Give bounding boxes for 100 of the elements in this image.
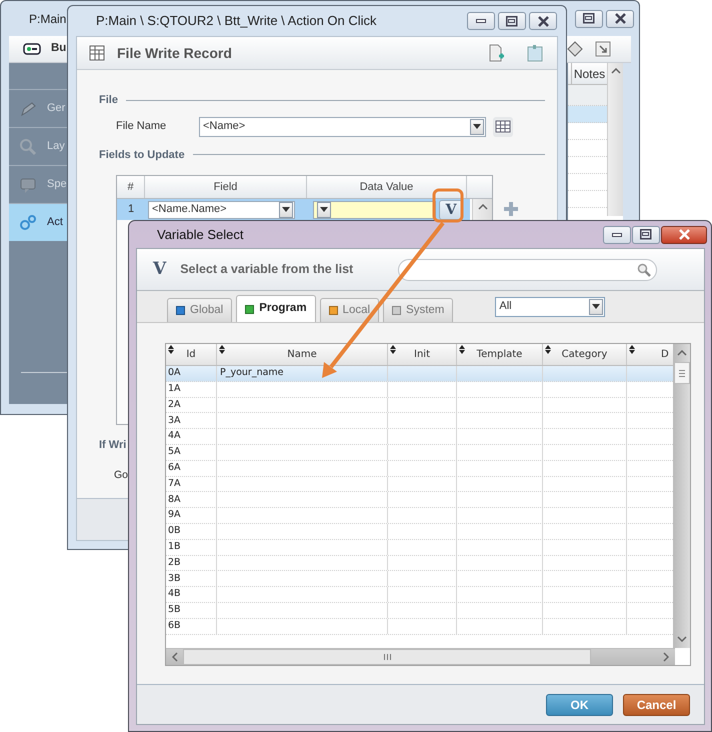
dropdown-button[interactable] [317, 202, 331, 218]
grid-cell: 0A [166, 366, 217, 381]
grid-cell: 1B [166, 540, 217, 555]
search-field[interactable] [398, 258, 657, 280]
caret-icon [282, 207, 290, 212]
note-icon[interactable] [527, 44, 543, 62]
table-row[interactable]: 1 <Name.Name> V [117, 199, 470, 220]
tab[interactable]: Global [167, 298, 232, 322]
grid-row[interactable]: 0A P_your_name [166, 366, 673, 382]
grip-icon [384, 654, 390, 660]
grip-icon [679, 370, 685, 376]
grid-cell: 5B [166, 602, 217, 618]
header-title: Select a variable from the list [180, 261, 354, 278]
toggle-icon [23, 43, 41, 55]
pencil-icon [19, 100, 37, 118]
column-header[interactable]: # [117, 176, 145, 198]
sort-icon [459, 345, 465, 354]
grid-cell: 4A [166, 429, 217, 444]
scroll-thumb[interactable] [183, 649, 591, 665]
sort-icon [629, 345, 635, 354]
caret-icon [320, 207, 328, 212]
maximize-icon [583, 13, 595, 24]
section-title: Fields to Update [99, 148, 185, 162]
grid-cell: 7A [166, 476, 217, 492]
tab[interactable]: System [383, 298, 454, 322]
maximize-icon [506, 16, 518, 26]
add-document-icon[interactable] [487, 44, 505, 62]
grid-icon[interactable] [493, 116, 513, 136]
grid-cell: 0B [166, 524, 217, 539]
field-label: Go [114, 468, 128, 482]
add-icon[interactable] [503, 201, 519, 217]
sort-icon [168, 345, 174, 354]
grid-cell: 2B [166, 556, 217, 570]
dropdown-button[interactable] [279, 202, 293, 218]
grid-cell: 1A [166, 382, 217, 397]
column-header[interactable]: D [627, 344, 673, 365]
column-header[interactable]: Field [145, 176, 307, 198]
maximize-button[interactable] [575, 10, 603, 28]
dropdown-button[interactable] [589, 298, 604, 314]
horizontal-scrollbar[interactable] [166, 648, 675, 665]
section-title: File [99, 93, 118, 108]
diamond-icon[interactable] [567, 41, 583, 57]
window-title: P:Main \ S:QTOUR2 \ Btt_Write \ Action On Click [96, 12, 377, 30]
magnifier-icon [19, 138, 37, 156]
file-name-combo[interactable]: <Name> [199, 116, 486, 136]
close-button[interactable] [661, 226, 707, 244]
caret-icon [473, 124, 481, 129]
caret-icon [592, 304, 600, 309]
column-header[interactable]: Template [457, 344, 543, 365]
toolbar-label: Bu [51, 41, 66, 56]
grid-cell: 6B [166, 618, 217, 634]
grid-cell: 5A [166, 444, 217, 460]
window-title: Variable Select [157, 226, 244, 244]
minimize-icon [612, 232, 622, 236]
table-icon [89, 45, 105, 61]
variable-icon: V [153, 256, 166, 282]
scope-dropdown[interactable]: All [495, 296, 606, 316]
close-icon [614, 13, 626, 24]
scrollbar[interactable] [673, 344, 690, 648]
grid-cell: 9A [166, 508, 217, 523]
row-number: 1 [126, 202, 136, 218]
column-header[interactable]: Init [388, 344, 457, 365]
close-icon [538, 16, 548, 26]
window-title: P:Main [29, 10, 66, 28]
column-header[interactable]: Id [166, 344, 217, 365]
minimize-button[interactable] [467, 12, 495, 30]
field-combo[interactable]: <Name.Name> [148, 200, 295, 218]
variable-button[interactable]: V [439, 200, 463, 220]
cancel-button[interactable]: Cancel [623, 694, 690, 716]
grid-cell: 4B [166, 587, 217, 602]
search-icon [637, 262, 651, 276]
arrow-box-icon[interactable] [595, 41, 611, 57]
sort-icon [545, 345, 551, 354]
tab[interactable]: Program [236, 295, 316, 322]
section-title: If Wri [99, 438, 126, 453]
column-header[interactable]: Category [543, 344, 627, 365]
grid-cell: 3A [166, 413, 217, 428]
grid-cell: 3B [166, 571, 217, 586]
speech-bubble-icon [19, 176, 37, 194]
value-field[interactable] [313, 200, 436, 218]
grid-cell: 2A [166, 398, 217, 412]
scroll-thumb[interactable] [674, 362, 690, 384]
dropdown-button[interactable] [470, 118, 484, 134]
minimize-button[interactable] [603, 226, 631, 244]
gears-icon [19, 214, 37, 232]
maximize-button[interactable] [498, 12, 526, 30]
sort-icon [390, 345, 396, 354]
close-button[interactable] [606, 10, 634, 28]
column-header[interactable]: Data Value [307, 176, 467, 198]
maximize-icon [640, 229, 652, 240]
minimize-icon [476, 19, 486, 23]
grid-cell: 8A [166, 492, 217, 508]
highlight-frame [432, 188, 464, 222]
close-icon [678, 229, 690, 240]
maximize-button[interactable] [632, 226, 660, 244]
scrollbar[interactable] [607, 63, 623, 216]
tab[interactable]: Local [320, 298, 380, 322]
close-button[interactable] [529, 12, 557, 30]
field-label: File Name [116, 119, 168, 134]
sidebar-item[interactable]: Act [9, 203, 68, 241]
